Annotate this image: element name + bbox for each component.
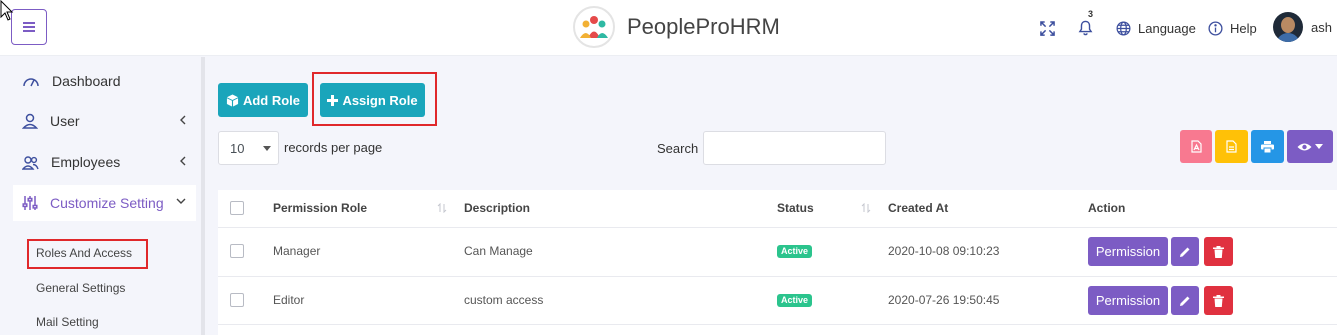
sidebar-item-user[interactable]: User — [13, 103, 196, 139]
cell-created-at: 2020-10-08 09:10:23 — [888, 244, 1000, 258]
sidebar-item-dashboard[interactable]: Dashboard — [13, 63, 196, 99]
chevron-left-icon — [180, 156, 186, 166]
cell-description: Can Manage — [464, 244, 533, 258]
sidebar-subitem-mail-setting[interactable]: Mail Setting — [36, 315, 99, 329]
notification-count: 3 — [1088, 9, 1094, 19]
language-label: Language — [1138, 20, 1196, 36]
hamburger-icon — [23, 22, 35, 32]
pdf-icon — [1190, 140, 1202, 153]
sliders-icon — [22, 196, 38, 210]
help-button[interactable]: Help — [1208, 0, 1257, 56]
table-row-divider — [218, 276, 1337, 277]
mouse-cursor-icon — [0, 0, 14, 21]
delete-button[interactable] — [1204, 286, 1233, 315]
column-header-created-at[interactable]: Created At — [888, 201, 948, 215]
brand-name: PeopleProHRM — [627, 14, 780, 39]
add-role-label: Add Role — [242, 92, 301, 108]
bell-icon — [1078, 20, 1093, 36]
sidebar-item-label: User — [50, 113, 80, 129]
cell-role: Manager — [273, 244, 321, 258]
expand-icon — [1040, 20, 1055, 36]
print-icon — [1261, 140, 1274, 153]
cell-created-at: 2020-07-26 19:50:45 — [888, 293, 1000, 307]
table-row-divider — [218, 324, 1337, 325]
search-input[interactable] — [703, 131, 886, 165]
sort-icon[interactable] — [861, 203, 871, 213]
globe-icon — [1116, 21, 1131, 35]
sidebar-item-employees[interactable]: Employees — [13, 144, 196, 180]
sidebar-item-label: Employees — [51, 154, 121, 170]
permission-button[interactable]: Permission — [1088, 237, 1168, 266]
pencil-icon — [1180, 296, 1190, 306]
top-header: PeopleProHRM 3 Language Help ash — [0, 0, 1337, 56]
sidebar-item-label: Customize Setting — [50, 195, 164, 211]
column-header-permission-role[interactable]: Permission Role — [273, 201, 367, 215]
caret-down-icon — [1315, 144, 1323, 149]
column-header-status[interactable]: Status — [777, 201, 814, 215]
add-role-button[interactable]: Add Role — [218, 83, 308, 117]
brand-logo-icon — [573, 6, 615, 48]
delete-button[interactable] — [1204, 237, 1233, 266]
status-badge: Active — [777, 245, 813, 258]
permission-button[interactable]: Permission — [1088, 286, 1168, 315]
caret-down-icon — [263, 146, 271, 151]
language-button[interactable]: Language — [1116, 0, 1196, 56]
column-visibility-button[interactable] — [1287, 130, 1333, 163]
export-pdf-button[interactable] — [1180, 130, 1212, 163]
sidebar-scrollbar[interactable] — [201, 57, 205, 335]
edit-button[interactable] — [1171, 286, 1199, 315]
records-per-page-select[interactable]: 10 — [218, 131, 279, 165]
select-all-checkbox[interactable] — [230, 201, 244, 215]
status-badge: Active — [777, 294, 813, 307]
records-per-page-label: records per page — [284, 140, 383, 155]
column-header-action: Action — [1088, 201, 1126, 215]
highlight-box — [312, 72, 437, 126]
export-csv-button[interactable] — [1215, 130, 1248, 163]
user-name[interactable]: ash — [1311, 20, 1332, 35]
column-header-description[interactable]: Description — [464, 201, 530, 215]
cube-icon — [226, 93, 239, 107]
sidebar-toggle-button[interactable] — [11, 9, 47, 45]
print-button[interactable] — [1251, 130, 1284, 163]
help-label: Help — [1230, 20, 1257, 36]
records-per-page-value: 10 — [230, 140, 245, 156]
sidebar-item-label: Dashboard — [52, 73, 121, 89]
sort-icon[interactable] — [437, 203, 447, 213]
trash-icon — [1213, 245, 1224, 258]
user-icon — [22, 113, 38, 129]
row-checkbox[interactable] — [230, 244, 244, 258]
highlight-box — [27, 239, 148, 269]
sidebar-subitem-general-settings[interactable]: General Settings — [36, 281, 125, 295]
info-icon — [1208, 20, 1223, 36]
user-avatar[interactable] — [1273, 12, 1303, 42]
table-header-divider — [218, 227, 1337, 228]
brand[interactable]: PeopleProHRM — [573, 6, 780, 48]
users-icon — [22, 155, 39, 170]
pencil-icon — [1180, 247, 1190, 257]
csv-icon — [1226, 140, 1237, 153]
trash-icon — [1213, 294, 1224, 307]
chevron-down-icon — [176, 198, 186, 204]
cell-role: Editor — [273, 293, 305, 307]
chevron-left-icon — [180, 115, 186, 125]
fullscreen-button[interactable] — [1040, 0, 1062, 56]
eye-icon — [1297, 143, 1312, 150]
row-checkbox[interactable] — [230, 293, 244, 307]
edit-button[interactable] — [1171, 237, 1199, 266]
gauge-icon — [23, 78, 39, 87]
sidebar-item-customize-setting[interactable]: Customize Setting — [13, 185, 196, 221]
search-label: Search — [657, 141, 699, 156]
cell-description: custom access — [464, 293, 544, 307]
